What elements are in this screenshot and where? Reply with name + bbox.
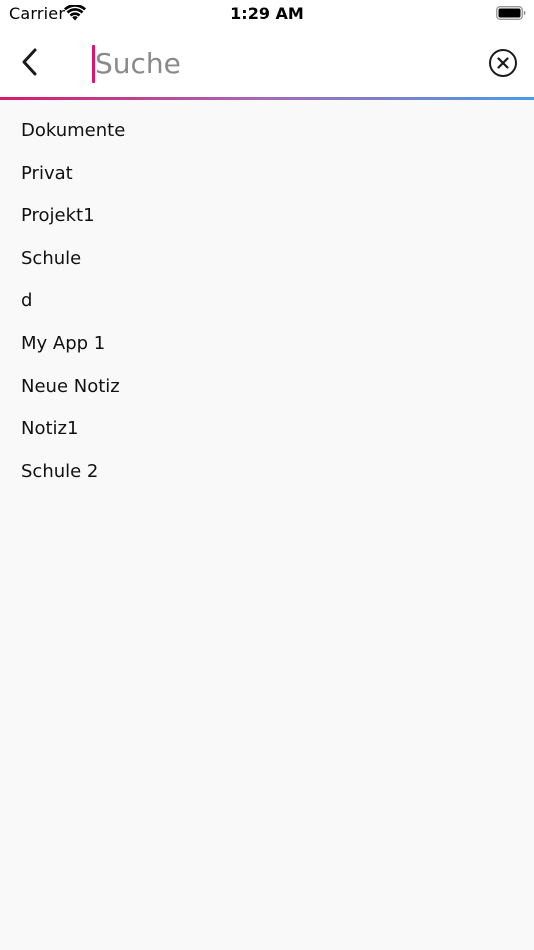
search-header xyxy=(0,28,534,97)
search-results-list: Dokumente Privat Projekt1 Schule d My Ap… xyxy=(0,110,534,493)
text-cursor xyxy=(92,45,95,83)
list-item[interactable]: Schule xyxy=(0,238,534,281)
search-input[interactable] xyxy=(92,42,455,84)
list-item[interactable]: Notiz1 xyxy=(0,408,534,451)
list-item[interactable]: d xyxy=(0,280,534,323)
chevron-left-icon xyxy=(22,48,37,76)
back-button[interactable] xyxy=(12,42,48,82)
list-item[interactable]: Neue Notiz xyxy=(0,366,534,409)
list-item[interactable]: My App 1 xyxy=(0,323,534,366)
search-screen: Carrier 1:29 AM Dokumente Privat xyxy=(0,0,534,950)
status-time: 1:29 AM xyxy=(230,4,304,23)
list-item[interactable]: Privat xyxy=(0,153,534,196)
list-item[interactable]: Schule 2 xyxy=(0,451,534,494)
status-bar: Carrier 1:29 AM xyxy=(0,0,534,28)
search-underline xyxy=(0,97,534,100)
battery-icon xyxy=(496,6,526,20)
close-circle-icon[interactable] xyxy=(488,48,518,78)
list-item[interactable]: Projekt1 xyxy=(0,195,534,238)
list-item[interactable]: Dokumente xyxy=(0,110,534,153)
